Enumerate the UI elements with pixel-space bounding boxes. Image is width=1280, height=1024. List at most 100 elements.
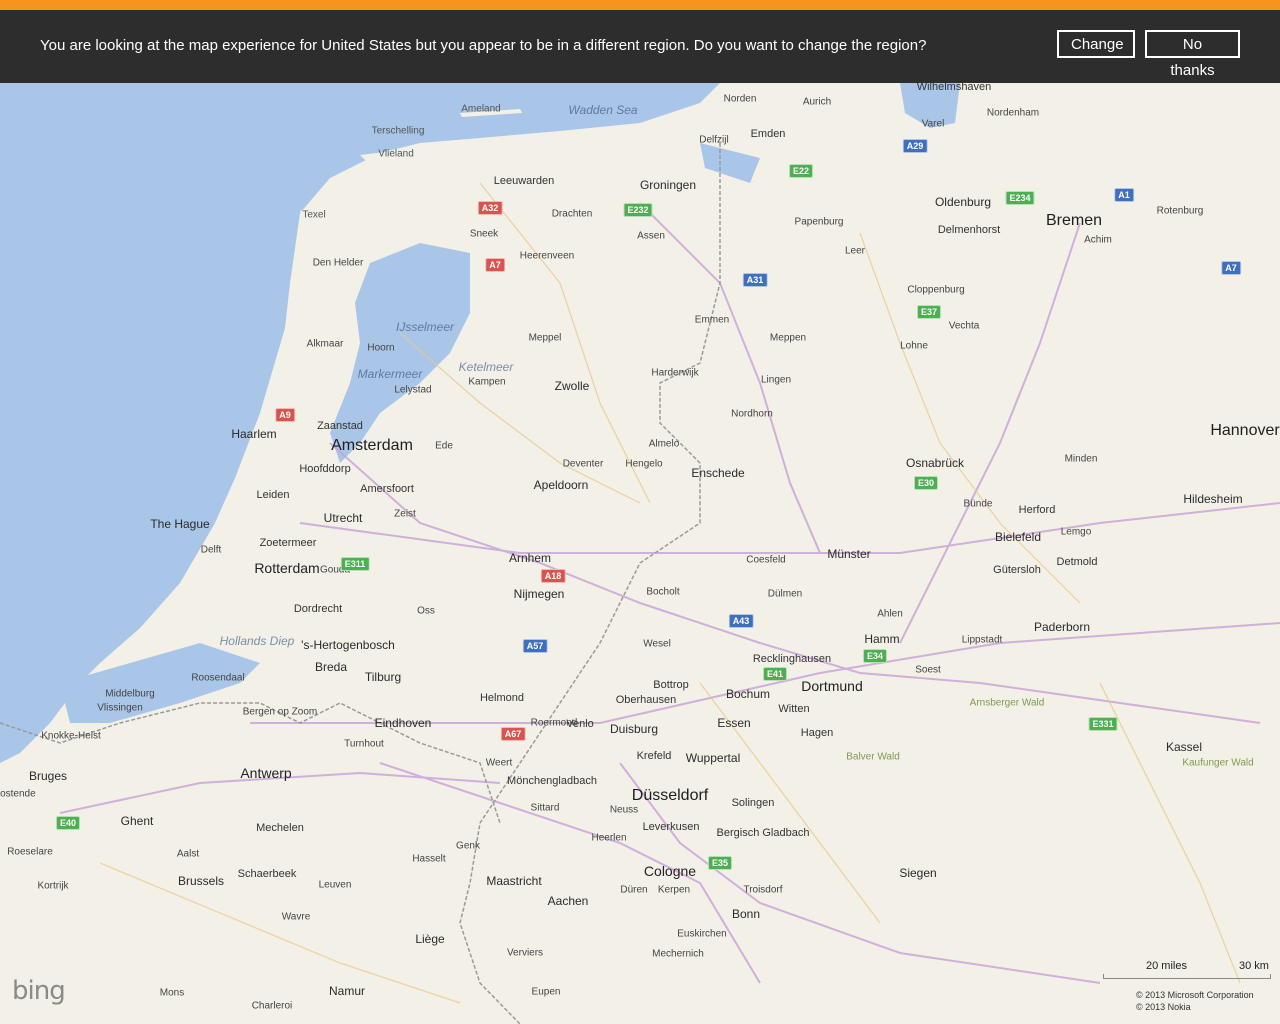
- map-label: Assen: [637, 230, 665, 242]
- map-label: Zaanstad: [317, 420, 363, 432]
- map-label: Hengelo: [625, 458, 663, 470]
- map-label: Amsterdam: [331, 437, 413, 454]
- map-label: Lelystad: [394, 384, 432, 396]
- route-shield-a18: A18: [540, 569, 566, 583]
- map-label: Minden: [1064, 453, 1098, 465]
- map-label: Delmenhorst: [937, 224, 1001, 236]
- map-label: Enschede: [691, 466, 745, 480]
- route-shield-e30: E30: [913, 476, 939, 490]
- map-label: Wilhelmshaven: [916, 83, 992, 93]
- map-label: Hagen: [800, 727, 834, 739]
- map-label: Duisburg: [609, 722, 659, 736]
- map-label: Turnhout: [344, 738, 384, 750]
- map-label: Neuss: [609, 804, 639, 816]
- map-label: IJsselmeer: [395, 320, 455, 334]
- map-label: Apeldoorn: [533, 478, 589, 492]
- map-label: Hollands Diep: [219, 634, 295, 648]
- map-label: Den Helder: [312, 257, 364, 269]
- map-label: Rotenburg: [1156, 205, 1204, 217]
- map-label: Hannover: [1210, 422, 1280, 439]
- map-label: Aalst: [176, 848, 200, 860]
- map-label: Aurich: [802, 96, 832, 108]
- map-label: Liège: [415, 932, 445, 946]
- map-label: Vlieland: [378, 148, 414, 160]
- copyright-line: © 2013 Microsoft Corporation: [1136, 990, 1254, 1000]
- map-label: Leverkusen: [642, 821, 700, 833]
- map-label: Osnabrück: [905, 456, 965, 470]
- map-label: Meppel: [528, 332, 562, 344]
- map-label: Ede: [435, 440, 453, 452]
- map-label: Nordenham: [986, 107, 1040, 119]
- map-label: Roermond: [530, 717, 578, 729]
- map-label: Schaerbeek: [237, 868, 297, 880]
- map-label: Bünde: [963, 498, 993, 510]
- map-label: Wesel: [643, 638, 671, 650]
- map-label: Helmond: [479, 692, 525, 704]
- route-shield-e22: E22: [788, 164, 814, 178]
- map-label: Zwolle: [554, 379, 590, 393]
- map-label: Recklinghausen: [752, 653, 832, 665]
- change-region-button[interactable]: Change: [1057, 30, 1135, 58]
- map-label: Euskirchen: [677, 928, 727, 940]
- map-label: Lemgo: [1060, 526, 1092, 538]
- map-label: Amersfoort: [360, 483, 414, 495]
- map-label: Wavre: [281, 911, 311, 923]
- map-label: Paderborn: [1033, 620, 1091, 634]
- map-label: Zeist: [394, 508, 416, 520]
- map-copyright: © 2013 Microsoft Corporation © 2013 Noki…: [1136, 989, 1254, 1013]
- map-label: Bochum: [725, 687, 771, 701]
- map-label: Kortrijk: [37, 880, 69, 892]
- map-label: Wadden Sea: [568, 103, 638, 117]
- route-shield-a7-de: A7: [1221, 261, 1241, 275]
- map-label: Roosendaal: [191, 672, 245, 684]
- map-label: Bremen: [1045, 212, 1103, 229]
- map-label: Rotterdam: [254, 560, 320, 576]
- map-label: Hoofddorp: [299, 463, 351, 475]
- no-thanks-button[interactable]: No thanks: [1145, 30, 1240, 79]
- map-label: Kassel: [1165, 740, 1203, 754]
- route-shield-e331: E331: [1088, 717, 1118, 731]
- route-shield-a29: A29: [902, 139, 928, 153]
- map-canvas[interactable]: Amsterdam Bremen Düsseldorf Hannover Rot…: [0, 83, 1280, 1024]
- route-shield-e35: E35: [707, 856, 733, 870]
- map-label: Antwerp: [240, 765, 292, 781]
- route-shield-a32: A32: [477, 201, 503, 215]
- map-label: Düsseldorf: [631, 787, 709, 804]
- scale-bar: [1103, 974, 1271, 979]
- map-label: Brussels: [177, 874, 225, 888]
- map-label: Witten: [778, 703, 810, 715]
- route-shield-e234: E234: [1005, 191, 1035, 205]
- map-label: Ghent: [120, 814, 154, 828]
- map-label: Roeselare: [7, 846, 53, 858]
- map-label: Maastricht: [486, 874, 542, 888]
- map-label: Almelo: [648, 438, 680, 450]
- map-label: Markermeer: [357, 367, 423, 381]
- map-label: Deventer: [562, 458, 604, 470]
- map-label: Gütersloh: [993, 564, 1041, 576]
- map-label: Knokke-Heist: [41, 730, 101, 742]
- route-shield-a7: A7: [485, 258, 505, 272]
- map-label: Leuven: [318, 879, 352, 891]
- map-label: Essen: [717, 716, 751, 730]
- map-label: Harderwijk: [651, 367, 699, 379]
- map-label: Arnsberger Wald: [969, 697, 1045, 709]
- map-label: Münster: [827, 547, 871, 561]
- map-label: Vlissingen: [97, 702, 143, 714]
- map-label: Herford: [1018, 504, 1056, 516]
- map-label: Nordhorn: [731, 408, 773, 420]
- copyright-line: © 2013 Nokia: [1136, 1002, 1191, 1012]
- map-label: Mons: [159, 987, 185, 999]
- map-label: Kaufunger Wald: [1182, 757, 1254, 769]
- map-label: Kerpen: [657, 884, 691, 896]
- map-label: Eupen: [531, 986, 561, 998]
- map-label: Zoetermeer: [259, 537, 317, 549]
- map-label: Kampen: [468, 376, 506, 388]
- map-label: Bielefeld: [994, 530, 1042, 544]
- map-label: Delft: [200, 544, 222, 556]
- route-shield-e232: E232: [623, 203, 653, 217]
- map-label: Terschelling: [371, 125, 425, 137]
- map-label: Leer: [844, 245, 866, 257]
- map-label: Oberhausen: [615, 694, 677, 706]
- route-shield-e41: E41: [762, 667, 788, 681]
- map-label: Emmen: [694, 314, 730, 326]
